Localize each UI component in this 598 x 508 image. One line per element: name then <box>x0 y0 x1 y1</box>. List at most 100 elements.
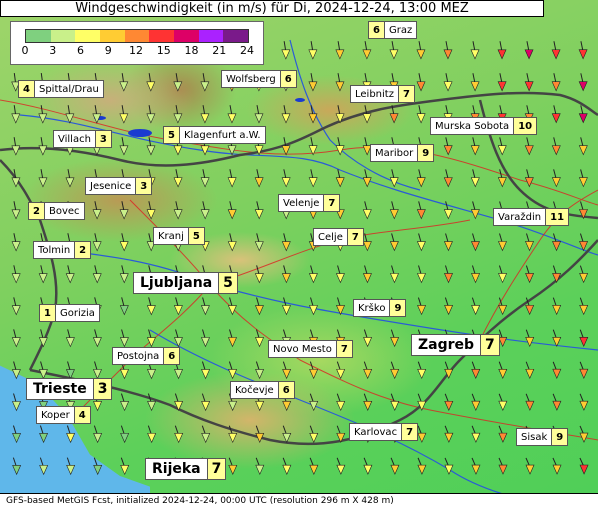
city-label: Varaždin 11 <box>493 208 570 226</box>
city-label: Celje 7 <box>313 228 364 246</box>
wind-speed-value: 5 <box>187 228 204 244</box>
legend-swatch <box>149 30 175 42</box>
wind-arrow <box>498 361 508 380</box>
city-name: Postojna <box>117 350 160 362</box>
wind-arrow <box>336 361 346 380</box>
wind-arrow <box>552 457 562 475</box>
wind-arrow <box>38 137 48 156</box>
legend-tick-label: 18 <box>184 44 199 57</box>
city-name: Trieste <box>33 381 87 397</box>
city-name: Tolmin <box>38 244 71 256</box>
city-name: Rijeka <box>152 461 201 477</box>
wind-arrow <box>551 169 561 188</box>
wind-arrow <box>65 329 75 348</box>
wind-arrow <box>578 137 588 156</box>
city-name: Zagreb <box>418 337 475 353</box>
wind-arrow <box>497 137 507 156</box>
city-name: Ljubljana <box>140 275 213 291</box>
wind-arrow <box>362 41 372 60</box>
wind-arrow <box>65 105 75 124</box>
city-label: Villach 3 <box>53 130 112 148</box>
wind-arrow <box>119 105 129 124</box>
wind-arrow <box>174 425 184 444</box>
wind-arrow <box>417 265 426 284</box>
city-name: Wolfsberg <box>226 73 276 85</box>
wind-arrow <box>335 41 345 60</box>
wind-arrow <box>281 41 291 60</box>
wind-arrow <box>201 329 210 348</box>
city-name: Sisak <box>521 431 548 443</box>
rivers <box>19 39 598 508</box>
wind-arrow <box>254 105 264 124</box>
weather-map: Windgeschwindigkeit (in m/s) für Di, 202… <box>0 0 598 508</box>
wind-arrow <box>471 361 481 380</box>
wind-arrow <box>308 73 318 92</box>
wind-speed-value: 9 <box>417 145 434 161</box>
wind-arrow <box>12 425 22 444</box>
wind-arrow <box>390 457 400 475</box>
wind-speed-value: 6 <box>279 71 296 87</box>
wind-arrow <box>38 329 48 348</box>
wind-arrow <box>146 201 156 220</box>
city-label: Postojna 6 <box>112 347 181 365</box>
wind-arrow <box>228 361 238 380</box>
city-name: Spittal/Drau <box>38 83 99 95</box>
wind-arrow <box>11 233 21 252</box>
wind-arrow <box>552 393 562 411</box>
wind-arrow <box>255 361 265 380</box>
wind-arrow <box>11 265 21 284</box>
wind-arrow <box>119 233 129 252</box>
wind-arrow <box>173 169 183 188</box>
wind-arrow <box>11 329 21 348</box>
wind-arrow <box>254 233 264 252</box>
wind-arrow <box>119 201 129 220</box>
wind-arrow <box>147 425 157 444</box>
wind-arrow <box>309 297 318 316</box>
wind-arrow <box>335 265 345 284</box>
city-label: 2 Bovec <box>28 202 85 220</box>
wind-arrow <box>281 105 291 124</box>
wind-arrow <box>308 265 318 284</box>
wind-arrow <box>417 457 427 475</box>
wind-arrow <box>498 393 508 411</box>
city-label: Jesenice 3 <box>85 177 153 195</box>
wind-arrow <box>362 169 372 188</box>
wind-arrow <box>552 297 562 316</box>
wind-arrow <box>92 201 102 220</box>
wind-arrow <box>336 457 346 475</box>
wind-arrow <box>579 457 589 475</box>
city-name: Maribor <box>375 147 414 159</box>
wind-arrow <box>525 329 535 348</box>
wind-arrow <box>578 169 588 188</box>
wind-arrow <box>579 425 589 443</box>
wind-arrow <box>39 425 49 444</box>
wind-arrow <box>65 169 75 188</box>
wind-arrows <box>11 41 589 476</box>
wind-arrow <box>228 457 238 475</box>
wind-arrow <box>308 137 318 156</box>
city-label: Novo Mesto 7 <box>268 340 353 358</box>
wind-arrow <box>551 105 561 124</box>
wind-arrow <box>281 137 291 156</box>
wind-arrow <box>389 169 399 188</box>
city-name: Krško <box>358 302 386 314</box>
city-label: Rijeka 7 <box>145 458 227 480</box>
wind-arrow <box>254 169 264 188</box>
city-name: Kočevje <box>235 384 274 396</box>
wind-arrow <box>336 393 346 412</box>
wind-arrow <box>497 41 507 60</box>
wind-arrow <box>443 73 453 92</box>
wind-arrow <box>282 297 291 316</box>
wind-arrow <box>498 297 508 316</box>
wind-arrow <box>336 297 345 316</box>
city-name: Villach <box>58 133 91 145</box>
wind-arrow <box>65 361 75 380</box>
wind-arrow <box>498 265 508 284</box>
wind-arrow <box>525 393 535 411</box>
wind-arrow <box>120 457 130 476</box>
footer: GFS-based MetGIS Fcst, initialized 2024-… <box>0 493 598 508</box>
wind-arrow <box>282 457 292 475</box>
wind-arrow <box>308 41 318 60</box>
city-label: Koper 4 <box>36 406 91 424</box>
wind-arrow <box>552 361 562 379</box>
